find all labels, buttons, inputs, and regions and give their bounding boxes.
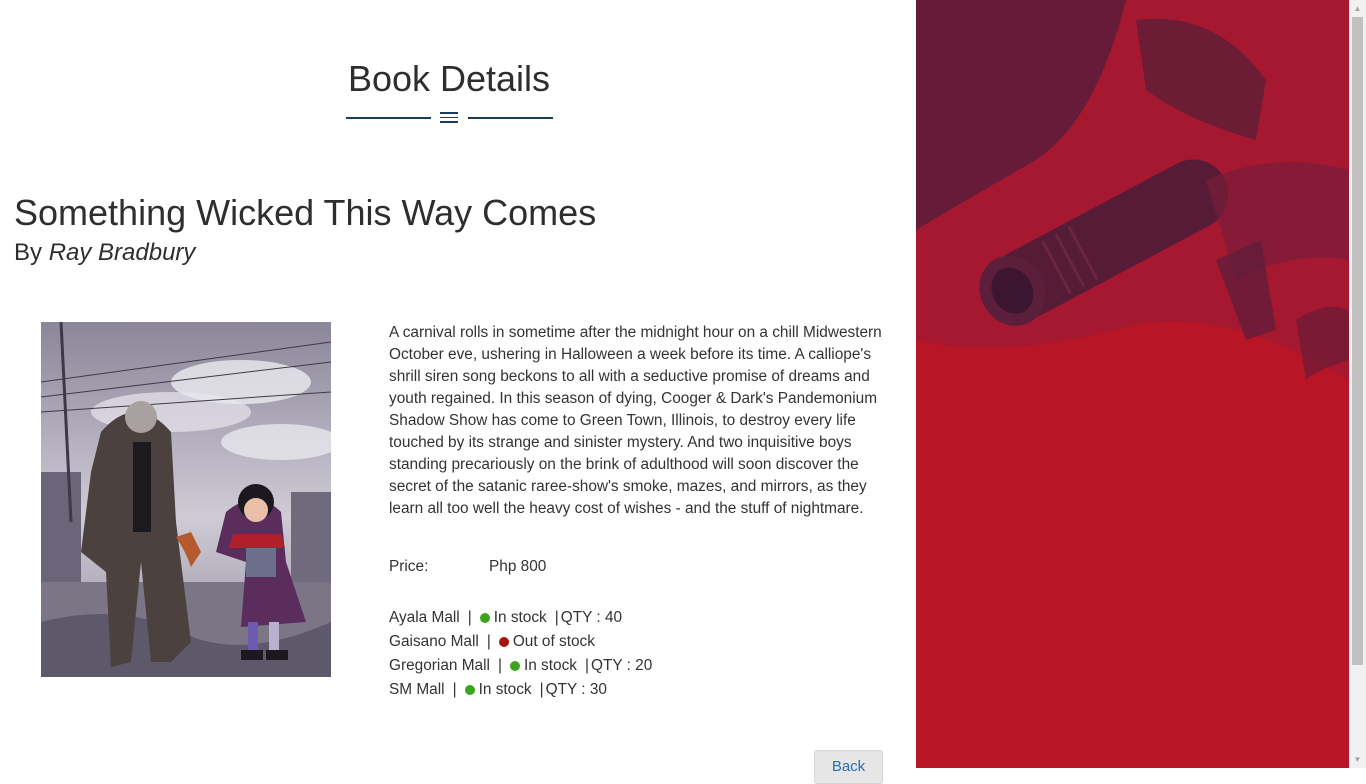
store-qty: QTY : 20 — [590, 657, 653, 674]
book-description: A carnival rolls in sometime after the m… — [389, 324, 882, 517]
in-stock-dot-icon — [464, 685, 475, 695]
in-stock-dot-icon — [479, 613, 490, 623]
price-row: Price: Php 800 — [389, 558, 546, 576]
in-stock-dot-icon — [509, 661, 520, 671]
vertical-scrollbar[interactable]: ▲ ▼ — [1349, 0, 1366, 768]
store-name: Gregorian Mall — [389, 657, 490, 674]
back-button[interactable]: Back — [814, 750, 883, 784]
scrollbar-thumb[interactable] — [1352, 17, 1363, 665]
by-prefix: By — [14, 239, 43, 266]
menu-icon — [440, 110, 458, 124]
store-qty: QTY : 40 — [560, 609, 623, 626]
book-author: Ray Bradbury — [48, 239, 196, 266]
side-decorative-image — [916, 0, 1349, 768]
stock-status: In stock — [523, 657, 577, 674]
scroll-up-arrow-icon[interactable]: ▲ — [1349, 0, 1366, 17]
stock-status: In stock — [478, 681, 532, 698]
store-name: Gaisano Mall — [389, 633, 479, 650]
book-byline: By Ray Bradbury — [14, 239, 195, 267]
store-name: SM Mall — [389, 681, 445, 698]
store-row: Gaisano Mall | Out of stock — [389, 633, 595, 650]
store-row: SM Mall | In stock | QTY : 30 — [389, 681, 607, 698]
store-name: Ayala Mall — [389, 609, 460, 626]
book-title: Something Wicked This Way Comes — [14, 192, 597, 233]
heading-divider — [346, 109, 553, 125]
book-cover-image — [40, 321, 341, 677]
stock-status: Out of stock — [512, 633, 595, 650]
main-content: Book Details Something Wicked This Way C… — [0, 0, 916, 784]
store-row: Ayala Mall | In stock | QTY : 40 — [389, 609, 623, 626]
out-of-stock-dot-icon — [498, 637, 509, 647]
price-label: Price: — [389, 558, 429, 575]
store-row: Gregorian Mall | In stock | QTY : 20 — [389, 657, 653, 674]
scroll-down-arrow-icon[interactable]: ▼ — [1349, 751, 1366, 768]
store-qty: QTY : 30 — [545, 681, 607, 698]
store-availability-list: Ayala Mall | In stock | QTY : 40 Gaisano Mal… — [389, 606, 652, 702]
page-title: Book Details — [347, 58, 551, 99]
stock-status: In stock — [493, 609, 547, 626]
price-value: Php 800 — [489, 558, 547, 575]
